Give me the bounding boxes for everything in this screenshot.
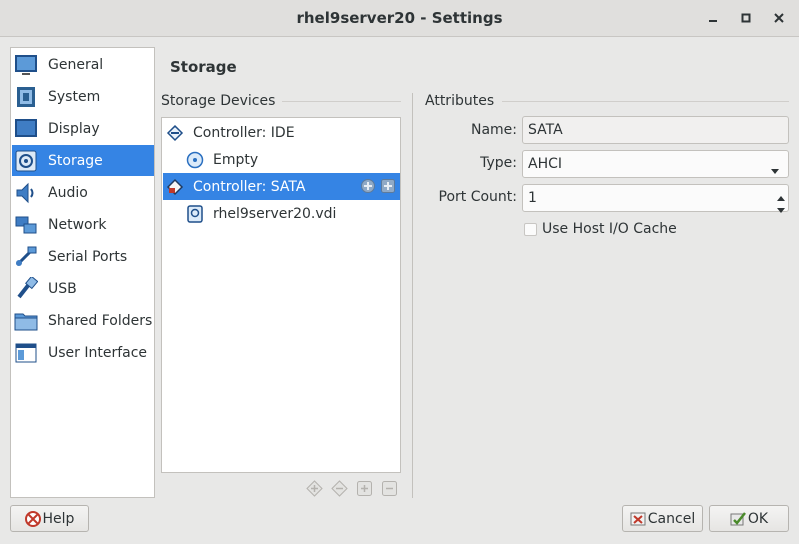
ok-icon [730,511,746,527]
user-interface-icon [14,341,38,365]
tree-item-label: Controller: IDE [193,124,295,141]
storage-devices-label: Storage Devices [161,93,276,109]
spin-down-icon[interactable] [777,201,785,217]
usb-icon [14,275,39,301]
tree-item-label: Empty [213,151,259,168]
ide-controller-icon [166,124,184,142]
sidebar-item-label: Shared Folders [48,312,153,329]
name-value: SATA [528,122,563,138]
cancel-label: Cancel [647,510,696,527]
sidebar-item-label: Network [48,216,107,233]
storage-icon [14,149,38,173]
tree-item-label: Controller: SATA [193,178,306,195]
close-icon[interactable] [770,9,788,27]
add-attachment-icon[interactable] [356,480,373,497]
host-io-cache-label: Use Host I/O Cache [542,221,677,237]
hard-disk-icon [186,204,204,223]
add-optical-drive-icon[interactable] [360,178,376,194]
help-button[interactable]: Help [10,505,89,532]
sidebar-item-label: USB [48,280,77,297]
minimize-icon[interactable] [704,9,722,27]
sidebar-item-system[interactable]: System [12,81,154,112]
cancel-icon [630,511,646,527]
sidebar-item-serial-ports[interactable]: Serial Ports [12,241,154,272]
sidebar-item-label: System [48,88,101,105]
page-title: Storage [170,58,237,76]
display-icon [14,117,38,141]
sidebar-item-user-interface[interactable]: User Interface [12,337,154,368]
help-label: Help [42,510,75,527]
general-icon [14,53,38,77]
sidebar-item-storage[interactable]: Storage [12,145,154,176]
settings-sidebar: General System Display Storage Audio Net… [10,47,155,498]
tree-item-controller-ide[interactable]: Controller: IDE [163,119,400,146]
add-controller-icon[interactable] [306,480,323,497]
system-icon [14,85,38,109]
sidebar-item-label: Serial Ports [48,248,128,265]
window-title: rhel9server20 - Settings [296,9,503,27]
add-hard-disk-icon[interactable] [380,178,396,194]
chevron-down-icon [771,162,779,178]
shared-folders-icon [14,309,38,333]
port-count-spinbox[interactable]: 1 [522,184,789,213]
sidebar-item-general[interactable]: General [12,49,154,80]
sata-controller-icon [166,178,184,196]
type-value: AHCI [528,156,563,172]
panel-separator [412,93,413,498]
storage-devices-divider [282,101,401,102]
optical-disc-icon [186,151,204,169]
window-titlebar: rhel9server20 - Settings [0,0,799,37]
type-select[interactable]: AHCI [522,150,789,178]
maximize-icon[interactable] [737,9,755,27]
sidebar-item-label: General [48,56,104,73]
sidebar-item-network[interactable]: Network [12,209,154,240]
sidebar-item-usb[interactable]: USB [12,273,154,304]
remove-attachment-icon[interactable] [381,480,398,497]
port-count-value: 1 [528,190,537,206]
cancel-button[interactable]: Cancel [622,505,703,532]
tree-item-disk-vdi[interactable]: rhel9server20.vdi [163,200,400,227]
serial-ports-icon [14,245,38,269]
tree-item-label: rhel9server20.vdi [213,205,337,222]
tree-item-controller-sata[interactable]: Controller: SATA [163,173,400,200]
name-field[interactable]: SATA [522,116,789,144]
sidebar-item-label: Audio [48,184,88,201]
remove-controller-icon[interactable] [331,480,348,497]
sidebar-item-audio[interactable]: Audio [12,177,154,208]
host-io-cache-checkbox[interactable] [524,223,537,236]
sidebar-item-label: Display [48,120,100,137]
sidebar-item-label: User Interface [48,344,148,361]
attributes-divider [502,101,789,102]
sidebar-item-display[interactable]: Display [12,113,154,144]
network-icon [14,213,38,237]
ok-label: OK [747,510,769,527]
sidebar-item-label: Storage [48,152,103,169]
type-label: Type: [480,155,517,171]
name-label: Name: [470,122,517,138]
help-icon [24,510,41,527]
attributes-label: Attributes [425,93,495,109]
audio-icon [14,181,38,205]
storage-tree[interactable]: Controller: IDE Empty Controller: SATA r… [161,117,401,473]
port-count-label: Port Count: [438,189,518,205]
ok-button[interactable]: OK [709,505,789,532]
sidebar-item-shared-folders[interactable]: Shared Folders [12,305,154,336]
tree-item-empty-optical[interactable]: Empty [163,146,400,173]
